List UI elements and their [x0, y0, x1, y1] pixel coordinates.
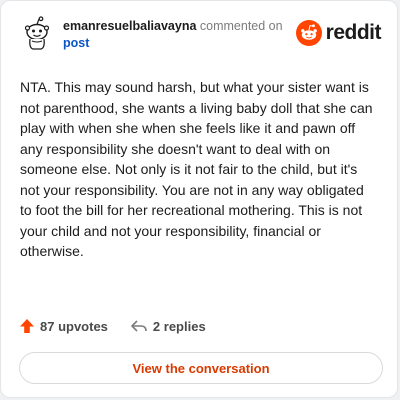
reply-count: 2 replies	[152, 318, 206, 334]
reply-arrow-icon	[131, 320, 147, 332]
username[interactable]: emanresuelbaliavayna	[63, 19, 196, 33]
upvote-arrow-icon	[20, 319, 34, 333]
action-text: commented on	[199, 19, 283, 33]
comment-card: emanresuelbaliavayna commented on post r…	[0, 0, 398, 398]
reddit-logo[interactable]: reddit	[295, 19, 382, 47]
replies-button[interactable]: 2 replies	[130, 318, 206, 334]
comment-header: emanresuelbaliavayna commented on post r…	[19, 13, 382, 59]
upvote-button[interactable]: 87 upvotes	[19, 318, 108, 334]
avatar[interactable]	[19, 15, 55, 51]
reddit-wordmark: reddit	[325, 21, 382, 44]
view-conversation-button[interactable]: View the conversation	[19, 352, 383, 384]
comment-meta: emanresuelbaliavayna commented on post	[63, 18, 283, 52]
upvote-count: 87 upvotes	[40, 318, 108, 334]
comment-body: NTA. This may sound harsh, but what your…	[20, 79, 373, 259]
post-link[interactable]: post	[63, 36, 89, 50]
reddit-snoo-logo-icon	[295, 20, 322, 46]
comment-actions: 87 upvotes 2 replies	[19, 318, 206, 334]
